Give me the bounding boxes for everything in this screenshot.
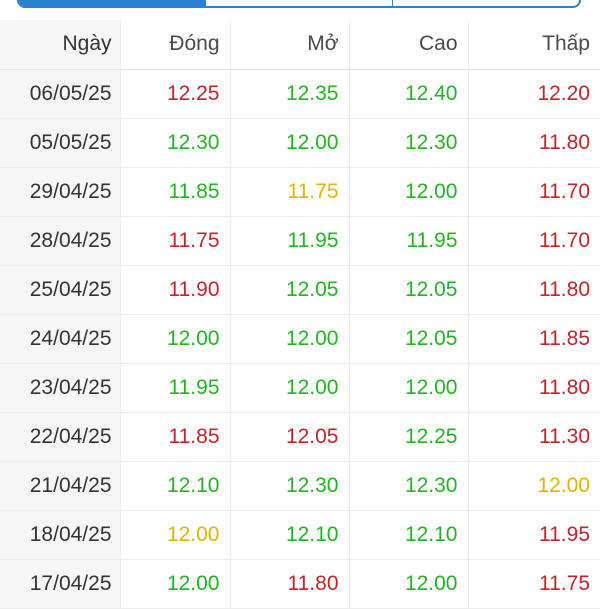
- table-row: 28/04/25 11.75 11.95 11.95 11.70: [0, 216, 600, 266]
- cell-low: 11.30: [467, 412, 600, 462]
- cell-open: 11.95: [229, 216, 349, 266]
- cell-high: 12.00: [348, 559, 468, 609]
- table-row: 18/04/25 12.00 12.10 12.10 11.95: [0, 510, 600, 560]
- table-header-row: Ngày Đóng Mở Cao Thấp: [0, 20, 600, 70]
- cell-open: 12.05: [229, 412, 349, 462]
- header-close[interactable]: Đóng: [119, 20, 230, 70]
- cell-date: 06/05/25: [0, 69, 120, 119]
- cell-high: 12.40: [348, 69, 468, 119]
- cell-date: 25/04/25: [0, 265, 120, 315]
- cell-open: 12.00: [229, 363, 349, 413]
- cell-low: 11.70: [467, 216, 600, 266]
- cell-open: 12.00: [229, 118, 349, 168]
- cell-close: 11.85: [119, 167, 230, 217]
- cell-close: 11.75: [119, 216, 230, 266]
- cell-low: 11.95: [467, 510, 600, 560]
- table-row: 06/05/25 12.25 12.35 12.40 12.20: [0, 69, 600, 119]
- table-row: 24/04/25 12.00 12.00 12.05 11.85: [0, 314, 600, 364]
- cell-open: 12.30: [229, 461, 349, 511]
- cell-date: 05/05/25: [0, 118, 120, 168]
- cell-close: 12.00: [119, 314, 230, 364]
- cell-open: 12.00: [229, 314, 349, 364]
- cell-close: 12.00: [119, 510, 230, 560]
- cell-close: 12.10: [119, 461, 230, 511]
- header-high[interactable]: Cao: [348, 20, 468, 70]
- cell-low: 11.80: [467, 118, 600, 168]
- table-row: 25/04/25 11.90 12.05 12.05 11.80: [0, 265, 600, 315]
- cell-low: 11.85: [467, 314, 600, 364]
- cell-close: 12.00: [119, 559, 230, 609]
- cell-high: 12.05: [348, 314, 468, 364]
- header-low[interactable]: Thấp: [467, 20, 600, 70]
- cell-date: 24/04/25: [0, 314, 120, 364]
- cell-date: 17/04/25: [0, 559, 120, 609]
- cell-open: 12.35: [229, 69, 349, 119]
- cell-close: 11.95: [119, 363, 230, 413]
- table-row: 29/04/25 11.85 11.75 12.00 11.70: [0, 167, 600, 217]
- header-date[interactable]: Ngày: [0, 20, 120, 70]
- tab-3[interactable]: [393, 0, 579, 6]
- cell-high: 12.30: [348, 461, 468, 511]
- cell-open: 12.10: [229, 510, 349, 560]
- cell-high: 12.25: [348, 412, 468, 462]
- cell-open: 12.05: [229, 265, 349, 315]
- cell-date: 23/04/25: [0, 363, 120, 413]
- cell-date: 28/04/25: [0, 216, 120, 266]
- cell-date: 22/04/25: [0, 412, 120, 462]
- table-row: 05/05/25 12.30 12.00 12.30 11.80: [0, 118, 600, 168]
- cell-high: 11.95: [348, 216, 468, 266]
- cell-close: 12.25: [119, 69, 230, 119]
- table-row: 23/04/25 11.95 12.00 12.00 11.80: [0, 363, 600, 413]
- cell-low: 12.20: [467, 69, 600, 119]
- segmented-tab-bar: [17, 0, 581, 8]
- price-history-table: Ngày Đóng Mở Cao Thấp 06/05/25 12.25 12.…: [0, 20, 600, 609]
- cell-date: 18/04/25: [0, 510, 120, 560]
- table-row: 22/04/25 11.85 12.05 12.25 11.30: [0, 412, 600, 462]
- header-open[interactable]: Mở: [229, 20, 349, 70]
- tab-1[interactable]: [19, 0, 206, 6]
- cell-low: 12.00: [467, 461, 600, 511]
- cell-low: 11.70: [467, 167, 600, 217]
- cell-close: 11.90: [119, 265, 230, 315]
- tab-2[interactable]: [206, 0, 393, 6]
- cell-open: 11.80: [229, 559, 349, 609]
- cell-date: 21/04/25: [0, 461, 120, 511]
- cell-open: 11.75: [229, 167, 349, 217]
- cell-high: 12.05: [348, 265, 468, 315]
- cell-low: 11.75: [467, 559, 600, 609]
- cell-date: 29/04/25: [0, 167, 120, 217]
- cell-close: 12.30: [119, 118, 230, 168]
- cell-high: 12.00: [348, 363, 468, 413]
- cell-low: 11.80: [467, 363, 600, 413]
- cell-low: 11.80: [467, 265, 600, 315]
- cell-high: 12.00: [348, 167, 468, 217]
- table-row: 17/04/25 12.00 11.80 12.00 11.75: [0, 559, 600, 609]
- cell-high: 12.30: [348, 118, 468, 168]
- cell-high: 12.10: [348, 510, 468, 560]
- table-row: 21/04/25 12.10 12.30 12.30 12.00: [0, 461, 600, 511]
- cell-close: 11.85: [119, 412, 230, 462]
